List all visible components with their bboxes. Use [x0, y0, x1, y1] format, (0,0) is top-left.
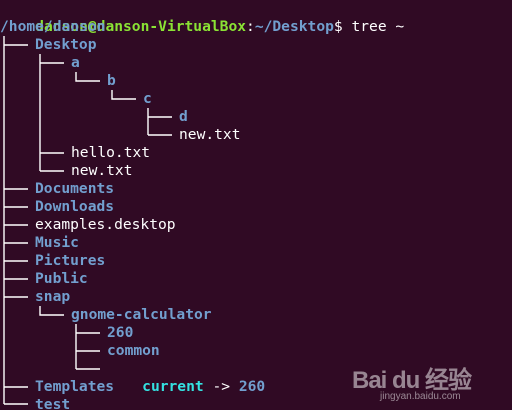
- tree-entry-gnome-calculator: gnome-calculator: [71, 306, 212, 323]
- tree-entry-common: common: [107, 342, 160, 359]
- symlink-name: current: [142, 378, 204, 395]
- tree-entry-d: d: [179, 108, 188, 125]
- terminal-window[interactable]: danson@danson-VirtualBox:~/Desktop$ tree…: [0, 0, 512, 410]
- tree-entry-current-link: current -> 260: [107, 360, 265, 395]
- tree-entry-test: test: [35, 396, 71, 410]
- tree-entry-templates: Templates: [35, 378, 115, 395]
- tree-entry-snap: snap: [35, 288, 71, 305]
- watermark-url: jingyan.baidu.com: [380, 391, 461, 402]
- tree-entry-desktop-new-txt: new.txt: [71, 162, 133, 179]
- tree-entry-public: Public: [35, 270, 88, 287]
- tree-root: /home/danson: [0, 18, 106, 35]
- tree-entry-c: c: [143, 90, 152, 107]
- prompt-line: danson@danson-VirtualBox:~/Desktop$ tree…: [0, 0, 404, 35]
- tree-entry-music: Music: [35, 234, 79, 251]
- prompt-symbol: $: [333, 18, 343, 35]
- tree-entry-hello-txt: hello.txt: [71, 144, 151, 161]
- watermark-logo: Bai du 经验: [352, 367, 472, 394]
- symlink-target: 260: [238, 378, 266, 395]
- baidu-jingyan-watermark: Bai du 经验 jingyan.baidu.com: [352, 358, 482, 406]
- tree-entry-260: 260: [107, 324, 134, 341]
- tree-entry-c-new-txt: new.txt: [179, 126, 241, 143]
- tree-entry-pictures: Pictures: [35, 252, 106, 269]
- prompt-separator: :: [246, 18, 255, 35]
- tree-entry-a: a: [71, 54, 80, 71]
- command-text: tree ~: [342, 18, 405, 35]
- tree-entry-examples-desktop: examples.desktop: [35, 216, 176, 233]
- tree-entry-documents: Documents: [35, 180, 115, 197]
- symlink-arrow: ->: [203, 378, 239, 395]
- prompt-path: ~/Desktop: [254, 18, 334, 35]
- tree-entry-downloads: Downloads: [35, 198, 115, 215]
- tree-entry-desktop: Desktop: [35, 36, 97, 53]
- tree-entry-b: b: [107, 72, 116, 89]
